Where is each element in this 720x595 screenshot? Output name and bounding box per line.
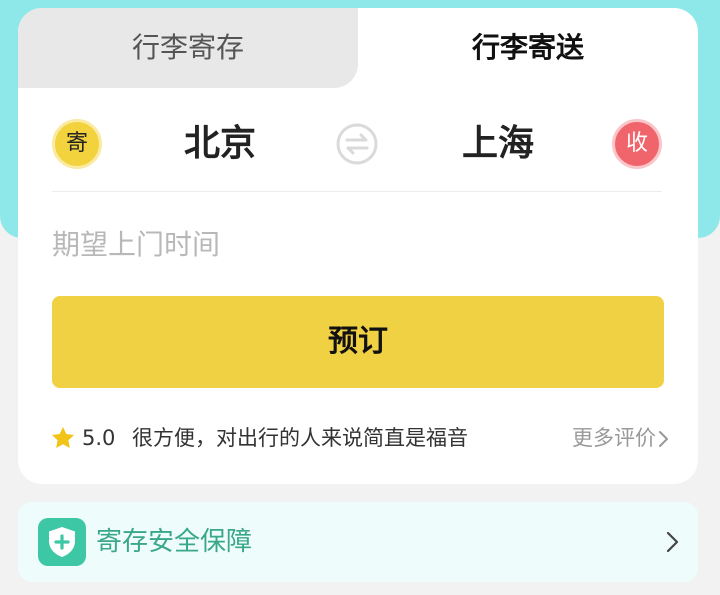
star-icon (51, 426, 75, 448)
book-button[interactable]: 预订 (52, 296, 664, 388)
chevron-right-icon (666, 531, 679, 553)
send-badge: 寄 (52, 119, 102, 169)
divider (52, 191, 662, 192)
review-summary: 5.0 很方便，对出行的人来说简直是福音 更多评价 (50, 420, 670, 456)
swap-icon[interactable] (336, 123, 378, 165)
tab-luggage-delivery[interactable]: 行李寄送 (358, 8, 698, 88)
pickup-time-field[interactable]: 期望上门时间 (52, 220, 662, 270)
service-tabs: 行李寄存 行李寄送 (18, 8, 698, 88)
receive-badge: 收 (612, 119, 662, 169)
route-selector: 寄 北京 上海 收 (52, 112, 664, 176)
to-city[interactable]: 上海 (462, 112, 534, 176)
shield-icon (38, 518, 86, 566)
rating-score: 5.0 (82, 426, 116, 450)
booking-card: 行李寄存 行李寄送 寄 北京 上海 收 期望上门时间 预订 5.0 很方便，对出… (18, 8, 698, 484)
tab-luggage-storage[interactable]: 行李寄存 (18, 8, 358, 88)
review-text: 很方便，对出行的人来说简直是福音 (132, 426, 468, 450)
more-reviews-link[interactable]: 更多评价 (572, 420, 670, 456)
from-city[interactable]: 北京 (184, 112, 256, 176)
chevron-right-icon (659, 431, 668, 447)
safety-label: 寄存安全保障 (96, 527, 253, 557)
safety-guarantee-bar[interactable]: 寄存安全保障 (18, 502, 698, 582)
more-reviews-label: 更多评价 (572, 426, 656, 450)
